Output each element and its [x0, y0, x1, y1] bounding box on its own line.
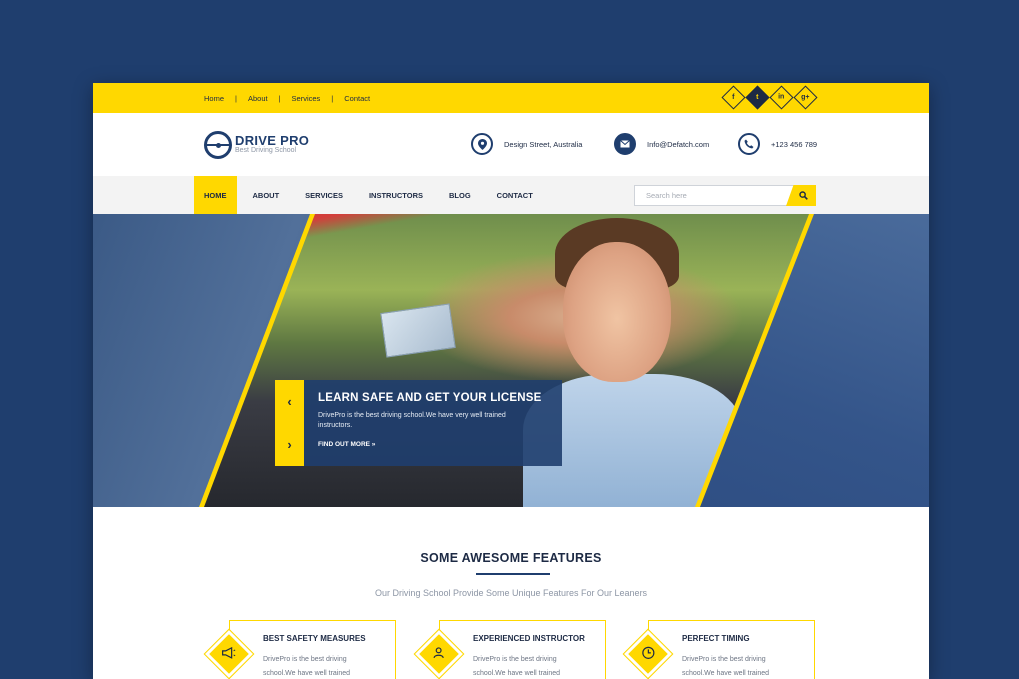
- feature-text: DrivePro is the best driving school.We h…: [263, 656, 351, 677]
- feature-card-instructor[interactable]: EXPERIENCED INSTRUCTOR DrivePro is the b…: [413, 620, 606, 679]
- features-section: SOME AWESOME FEATURES Our Driving School…: [93, 507, 929, 679]
- twitter-glyph: t: [756, 94, 759, 101]
- google-plus-icon[interactable]: g+: [793, 85, 818, 110]
- nav-item-instructors[interactable]: INSTRUCTORS: [359, 176, 433, 214]
- hero-person-face: [563, 242, 671, 382]
- feature-card-timing[interactable]: PERFECT TIMING DrivePro is the best driv…: [622, 620, 815, 679]
- nav-item-blog[interactable]: BLOG: [439, 176, 481, 214]
- contact-email: Info@Defatch.com: [614, 133, 709, 155]
- contact-address: Design Street, Australia: [471, 133, 582, 155]
- hero-slider: ‹ › LEARN SAFE AND GET YOUR LICENSE Driv…: [93, 214, 929, 507]
- nav-item-home[interactable]: HOME: [194, 176, 237, 214]
- search-input[interactable]: [635, 186, 787, 205]
- site-header: DRIVE PRO Best Driving School Design Str…: [93, 113, 929, 176]
- hero-caption: LEARN SAFE AND GET YOUR LICENSE DrivePro…: [304, 380, 562, 466]
- top-bar: Home | About | Services | Contact f t in…: [93, 83, 929, 113]
- top-link-services[interactable]: Services: [292, 94, 321, 103]
- facebook-icon[interactable]: f: [721, 85, 746, 110]
- search-box: [634, 185, 816, 206]
- feature-name: BEST SAFETY MEASURES: [263, 634, 366, 643]
- envelope-icon: [614, 133, 636, 155]
- hero-text: DrivePro is the best driving school.We h…: [318, 412, 506, 429]
- search-icon: [799, 191, 808, 200]
- nav-menu: HOME ABOUT SERVICES INSTRUCTORS BLOG CON…: [194, 176, 549, 214]
- top-link-about[interactable]: About: [248, 94, 268, 103]
- chevron-left-icon[interactable]: ‹: [275, 380, 304, 423]
- separator: |: [278, 93, 281, 103]
- separator: |: [331, 93, 334, 103]
- nav-item-services[interactable]: SERVICES: [295, 176, 353, 214]
- phone-text[interactable]: +123 456 789: [771, 140, 817, 149]
- hero-license-card: [380, 303, 456, 358]
- facebook-glyph: f: [732, 94, 735, 101]
- slider-controls: ‹ ›: [275, 380, 304, 466]
- separator: |: [235, 93, 237, 103]
- website-mockup: Home | About | Services | Contact f t in…: [93, 83, 929, 679]
- address-text: Design Street, Australia: [504, 139, 583, 149]
- top-links: Home | About | Services | Contact: [204, 83, 370, 113]
- feature-card-safety[interactable]: BEST SAFETY MEASURES DrivePro is the bes…: [203, 620, 396, 679]
- hero-title: LEARN SAFE AND GET YOUR LICENSE: [318, 392, 542, 404]
- feature-text: DrivePro is the best driving school.We h…: [682, 656, 770, 677]
- google-plus-glyph: g+: [801, 94, 810, 101]
- brand-tagline: Best Driving School: [235, 147, 297, 154]
- features-subtitle: Our Driving School Provide Some Unique F…: [374, 588, 648, 598]
- features-title: SOME AWESOME FEATURES: [420, 551, 602, 565]
- twitter-icon[interactable]: t: [745, 85, 770, 110]
- steering-wheel-icon[interactable]: [204, 131, 232, 159]
- chevron-right-icon[interactable]: ›: [275, 423, 304, 466]
- search-button[interactable]: [786, 185, 816, 206]
- top-link-contact[interactable]: Contact: [344, 94, 370, 103]
- clock-icon: [622, 628, 674, 679]
- top-link-home[interactable]: Home: [204, 94, 224, 103]
- feature-name: PERFECT TIMING: [682, 634, 750, 643]
- linkedin-glyph: in: [778, 93, 785, 101]
- linkedin-icon[interactable]: in: [769, 85, 794, 110]
- nav-item-about[interactable]: ABOUT: [243, 176, 290, 214]
- nav-item-contact[interactable]: CONTACT: [487, 176, 543, 214]
- main-nav: HOME ABOUT SERVICES INSTRUCTORS BLOG CON…: [93, 176, 929, 214]
- find-out-more-link[interactable]: FIND OUT MORE »: [318, 441, 375, 448]
- megaphone-icon: [203, 628, 255, 679]
- contact-phone: +123 456 789: [738, 133, 817, 155]
- feature-name: EXPERIENCED INSTRUCTOR: [473, 634, 585, 643]
- users-icon: [413, 628, 465, 679]
- email-text[interactable]: Info@Defatch.com: [647, 140, 709, 149]
- brand-name[interactable]: DRIVE PRO: [235, 133, 309, 148]
- phone-icon: [738, 133, 760, 155]
- location-pin-icon: [471, 133, 493, 155]
- social-links: f t in g+: [721, 85, 818, 110]
- title-underline: [476, 573, 550, 575]
- feature-text: DrivePro is the best driving school.We h…: [473, 656, 561, 677]
